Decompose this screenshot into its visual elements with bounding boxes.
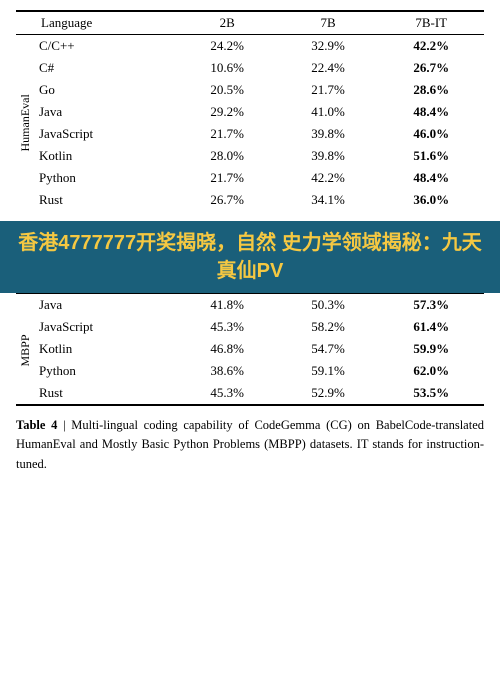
value-cell: 62.0% bbox=[378, 360, 484, 382]
language-cell: C# bbox=[35, 57, 177, 79]
overlay-banner: 香港4777777开奖揭晓，自然 史力学领域揭秘：九天真仙PV bbox=[0, 221, 500, 293]
col-header-7b: 7B bbox=[278, 11, 379, 35]
value-cell: 42.2% bbox=[278, 167, 379, 189]
language-cell: JavaScript bbox=[35, 316, 177, 338]
language-cell: Python bbox=[35, 167, 177, 189]
language-cell: C/C++ bbox=[35, 35, 177, 58]
value-cell: 50.3% bbox=[278, 294, 379, 317]
language-cell: Go bbox=[35, 79, 177, 101]
language-cell: Java bbox=[35, 294, 177, 317]
language-cell: Rust bbox=[35, 382, 177, 405]
caption-text: Multi-lingual coding capability of CodeG… bbox=[16, 418, 484, 471]
value-cell: 51.6% bbox=[378, 145, 484, 167]
value-cell: 46.8% bbox=[177, 338, 278, 360]
table-header-row: Language 2B 7B 7B-IT bbox=[16, 11, 484, 35]
table-caption: Table 4 | Multi-lingual coding capabilit… bbox=[16, 416, 484, 474]
value-cell: 48.4% bbox=[378, 167, 484, 189]
col-header-2b: 2B bbox=[177, 11, 278, 35]
value-cell: 61.4% bbox=[378, 316, 484, 338]
value-cell: 28.6% bbox=[378, 79, 484, 101]
value-cell: 42.2% bbox=[378, 35, 484, 58]
language-cell: Kotlin bbox=[35, 338, 177, 360]
language-cell: Python bbox=[35, 360, 177, 382]
mbpp-label: MBPP bbox=[16, 294, 35, 406]
value-cell: 10.6% bbox=[177, 57, 278, 79]
table-row: MBPPJava41.8%50.3%57.3% bbox=[16, 294, 484, 317]
value-cell: 59.9% bbox=[378, 338, 484, 360]
caption-separator: | bbox=[57, 418, 71, 432]
table-row: Rust26.7%34.1%36.0% bbox=[16, 189, 484, 211]
value-cell: 26.7% bbox=[378, 57, 484, 79]
value-cell: 57.3% bbox=[378, 294, 484, 317]
col-header-language: Language bbox=[35, 11, 177, 35]
value-cell: 21.7% bbox=[278, 79, 379, 101]
value-cell: 52.9% bbox=[278, 382, 379, 405]
mbpp-table: MBPPJava41.8%50.3%57.3%JavaScript45.3%58… bbox=[16, 293, 484, 406]
value-cell: 53.5% bbox=[378, 382, 484, 405]
table-row: Python38.6%59.1%62.0% bbox=[16, 360, 484, 382]
table-row: C#10.6%22.4%26.7% bbox=[16, 57, 484, 79]
table-row: Rust45.3%52.9%53.5% bbox=[16, 382, 484, 405]
value-cell: 45.3% bbox=[177, 382, 278, 405]
value-cell: 34.1% bbox=[278, 189, 379, 211]
value-cell: 39.8% bbox=[278, 123, 379, 145]
language-cell: Rust bbox=[35, 189, 177, 211]
value-cell: 48.4% bbox=[378, 101, 484, 123]
table-row: Kotlin46.8%54.7%59.9% bbox=[16, 338, 484, 360]
table-row: Python21.7%42.2%48.4% bbox=[16, 167, 484, 189]
value-cell: 20.5% bbox=[177, 79, 278, 101]
table-row: Java29.2%41.0%48.4% bbox=[16, 101, 484, 123]
language-cell: Java bbox=[35, 101, 177, 123]
table-row: Kotlin28.0%39.8%51.6% bbox=[16, 145, 484, 167]
value-cell: 26.7% bbox=[177, 189, 278, 211]
value-cell: 24.2% bbox=[177, 35, 278, 58]
table-row: Go20.5%21.7%28.6% bbox=[16, 79, 484, 101]
value-cell: 38.6% bbox=[177, 360, 278, 382]
value-cell: 21.7% bbox=[177, 167, 278, 189]
value-cell: 39.8% bbox=[278, 145, 379, 167]
value-cell: 41.8% bbox=[177, 294, 278, 317]
value-cell: 28.0% bbox=[177, 145, 278, 167]
value-cell: 41.0% bbox=[278, 101, 379, 123]
value-cell: 45.3% bbox=[177, 316, 278, 338]
value-cell: 22.4% bbox=[278, 57, 379, 79]
humaneval-label: HumanEval bbox=[16, 35, 35, 212]
col-header-7bit: 7B-IT bbox=[378, 11, 484, 35]
table-row: HumanEvalC/C++24.2%32.9%42.2% bbox=[16, 35, 484, 58]
value-cell: 59.1% bbox=[278, 360, 379, 382]
language-cell: Kotlin bbox=[35, 145, 177, 167]
value-cell: 29.2% bbox=[177, 101, 278, 123]
col-header-empty bbox=[16, 11, 35, 35]
table-row: JavaScript21.7%39.8%46.0% bbox=[16, 123, 484, 145]
language-cell: JavaScript bbox=[35, 123, 177, 145]
value-cell: 54.7% bbox=[278, 338, 379, 360]
table-row: JavaScript45.3%58.2%61.4% bbox=[16, 316, 484, 338]
caption-label: Table 4 bbox=[16, 418, 57, 432]
value-cell: 36.0% bbox=[378, 189, 484, 211]
value-cell: 32.9% bbox=[278, 35, 379, 58]
value-cell: 21.7% bbox=[177, 123, 278, 145]
value-cell: 46.0% bbox=[378, 123, 484, 145]
value-cell: 58.2% bbox=[278, 316, 379, 338]
main-table: Language 2B 7B 7B-IT HumanEvalC/C++24.2%… bbox=[16, 10, 484, 211]
